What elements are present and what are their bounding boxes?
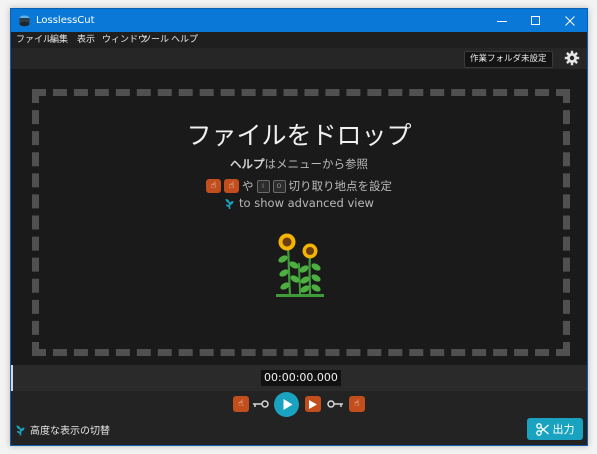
timeline[interactable]: 00:00:00.000 <box>11 365 587 391</box>
cut-hint-text: 切り取り地点を設定 <box>288 179 393 193</box>
play-selection-button[interactable] <box>305 396 321 412</box>
set-cut-start-button[interactable]: ☝ <box>233 396 249 412</box>
top-toolbar: 作業フォルダ未設定 <box>11 48 587 69</box>
set-cut-start-icon: ☝ <box>206 179 221 193</box>
jump-cut-start-icon[interactable] <box>253 400 269 408</box>
export-button[interactable]: 出力 <box>527 418 583 440</box>
sprout-icon <box>225 198 234 209</box>
menu-bar: ファイル 編集 表示 ウィンドウ ツール ヘルプ <box>11 32 587 48</box>
key-o: O <box>272 179 286 193</box>
key-i: I <box>256 179 270 193</box>
sunflower-icon <box>276 233 324 297</box>
gear-icon[interactable] <box>564 50 580 66</box>
timecode-display: 00:00:00.000 <box>261 370 341 386</box>
maximize-button[interactable] <box>519 9 553 32</box>
advanced-view-toggle[interactable]: 高度な表示の切替 <box>15 422 110 437</box>
close-button[interactable] <box>553 9 587 32</box>
advanced-view-toggle-label: 高度な表示の切替 <box>30 426 110 437</box>
cut-hint-connector: や <box>242 179 254 193</box>
export-button-label: 出力 <box>552 423 575 436</box>
menu-file[interactable]: ファイル <box>16 32 52 48</box>
help-hint-bold: ヘルプ <box>230 157 265 171</box>
play-icon <box>309 399 317 409</box>
menu-view[interactable]: 表示 <box>77 32 95 48</box>
menu-tools[interactable]: ツール <box>142 32 169 48</box>
advanced-hint: to show advanced view <box>11 196 587 210</box>
app-window: LosslessCut ファイル 編集 表示 ウィンドウ ツール ヘルプ 作業フ… <box>10 8 588 446</box>
play-button[interactable] <box>274 392 299 417</box>
menu-window[interactable]: ウィンドウ <box>102 32 147 48</box>
drop-title: ファイルをドロップ <box>186 121 412 150</box>
advanced-hint-text: to show advanced view <box>239 196 374 210</box>
working-folder-button[interactable]: 作業フォルダ未設定 <box>464 51 553 68</box>
close-icon <box>565 15 575 26</box>
set-cut-end-button[interactable]: ☝ <box>349 396 365 412</box>
minimize-button[interactable] <box>485 9 519 32</box>
help-hint-text: はメニューから参照 <box>264 157 369 171</box>
help-hint: ヘルプはメニューから参照 <box>11 156 587 172</box>
menu-help[interactable]: ヘルプ <box>171 32 198 48</box>
timeline-cursor[interactable] <box>11 365 13 391</box>
sprout-icon <box>16 425 25 435</box>
jump-cut-end-icon[interactable] <box>327 400 343 408</box>
title-bar: LosslessCut <box>11 9 587 32</box>
scissors-icon <box>535 422 549 436</box>
set-cut-end-icon: ☝ <box>224 179 239 193</box>
playback-controls: ☝ ☝ 高度な表示の切替 出力 <box>11 391 587 445</box>
app-logo-icon <box>19 15 30 27</box>
cut-hint: ☝ ☝ や I O 切り取り地点を設定 <box>11 178 587 194</box>
file-drop-zone[interactable]: ファイルをドロップ ヘルプはメニューから参照 ☝ ☝ や I O 切り取り地点を… <box>11 69 587 365</box>
menu-edit[interactable]: 編集 <box>50 32 68 48</box>
window-title: LosslessCut <box>36 15 95 26</box>
maximize-icon <box>531 15 540 25</box>
minimize-icon <box>497 20 507 22</box>
